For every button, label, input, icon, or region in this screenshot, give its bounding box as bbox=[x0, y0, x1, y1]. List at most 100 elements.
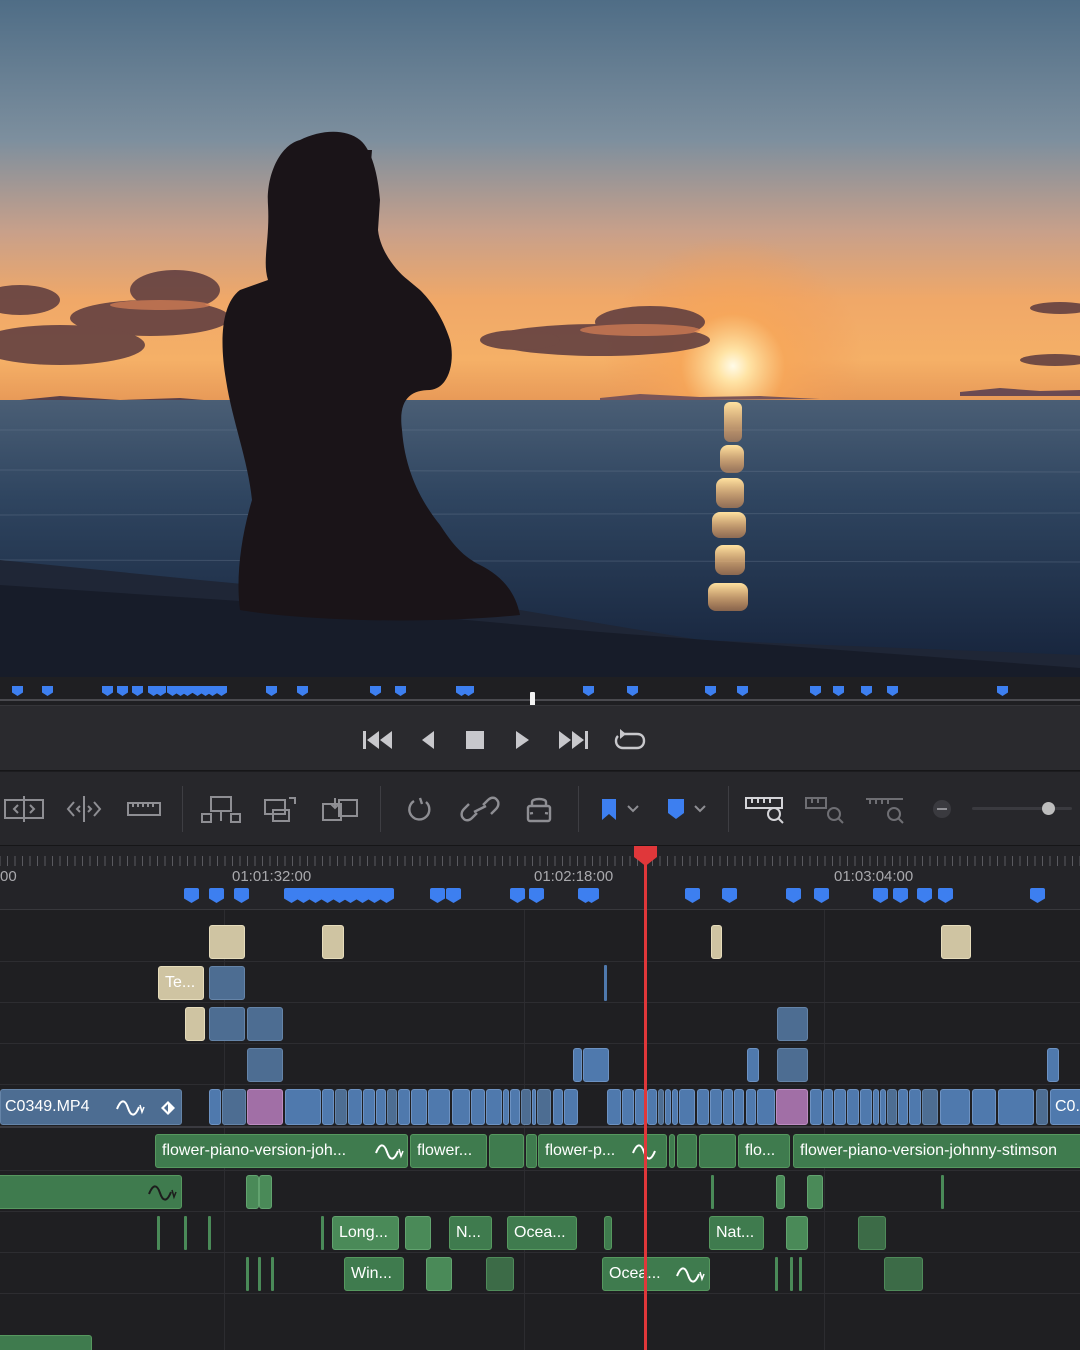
scrub-marker[interactable] bbox=[861, 686, 872, 696]
timeline-marker[interactable] bbox=[685, 888, 700, 903]
scrub-marker[interactable] bbox=[182, 686, 193, 696]
timeline-clip[interactable]: flower-p... bbox=[538, 1134, 667, 1168]
timeline-clip[interactable] bbox=[405, 1216, 431, 1250]
timeline-clip[interactable]: flower-piano-version-joh... bbox=[155, 1134, 408, 1168]
replace-clip-button[interactable] bbox=[319, 790, 363, 828]
timeline-clip[interactable] bbox=[452, 1089, 470, 1125]
timeline-marker[interactable] bbox=[1030, 888, 1045, 903]
timeline-clip[interactable] bbox=[711, 925, 722, 959]
timeline-clip[interactable] bbox=[209, 925, 245, 959]
timeline-clip[interactable] bbox=[940, 1089, 970, 1125]
timeline-clip[interactable] bbox=[259, 1175, 272, 1209]
timeline-clip[interactable] bbox=[486, 1257, 514, 1291]
timeline-clip[interactable] bbox=[807, 1175, 823, 1209]
snapping-button[interactable] bbox=[398, 790, 442, 828]
timeline-marker[interactable] bbox=[510, 888, 525, 903]
loop-button[interactable] bbox=[613, 728, 647, 752]
timeline-marker[interactable] bbox=[893, 888, 908, 903]
step-back-button[interactable] bbox=[411, 728, 445, 752]
timeline-clip[interactable] bbox=[209, 1089, 221, 1125]
timeline-marker[interactable] bbox=[938, 888, 953, 903]
timeline-clip[interactable] bbox=[776, 1089, 808, 1125]
scrub-marker[interactable] bbox=[216, 686, 227, 696]
timeline-clip[interactable] bbox=[564, 1089, 578, 1125]
scrub-marker[interactable] bbox=[12, 686, 23, 696]
timeline-clip[interactable] bbox=[622, 1089, 634, 1125]
timeline-clip[interactable] bbox=[521, 1089, 531, 1125]
scrub-marker[interactable] bbox=[102, 686, 113, 696]
scrub-marker[interactable] bbox=[887, 686, 898, 696]
timeline-clip[interactable] bbox=[321, 1216, 324, 1250]
zoom-full-button[interactable] bbox=[743, 790, 787, 828]
timeline-clip[interactable] bbox=[860, 1089, 872, 1125]
timeline-clip[interactable] bbox=[208, 1216, 211, 1250]
scrub-marker[interactable] bbox=[395, 686, 406, 696]
timeline-clip[interactable] bbox=[510, 1089, 520, 1125]
timeline-clip[interactable]: flo... bbox=[738, 1134, 790, 1168]
timeline-clip[interactable] bbox=[553, 1089, 563, 1125]
timeline-clip[interactable] bbox=[873, 1089, 879, 1125]
timeline-clip[interactable] bbox=[322, 1089, 334, 1125]
timeline-clip[interactable] bbox=[387, 1089, 397, 1125]
scrub-marker[interactable] bbox=[370, 686, 381, 696]
playhead-line[interactable] bbox=[644, 846, 647, 1350]
timeline-marker[interactable] bbox=[234, 888, 249, 903]
dynamic-trim-button[interactable] bbox=[62, 790, 106, 828]
timeline-clip[interactable] bbox=[376, 1089, 386, 1125]
timeline-clip[interactable] bbox=[746, 1089, 756, 1125]
timeline-clip[interactable] bbox=[847, 1089, 859, 1125]
timeline-clip[interactable] bbox=[998, 1089, 1034, 1125]
timeline-marker[interactable] bbox=[786, 888, 801, 903]
zoom-out-button[interactable] bbox=[920, 790, 964, 828]
timeline-clip[interactable] bbox=[699, 1134, 736, 1168]
timeline-clip[interactable] bbox=[184, 1216, 187, 1250]
timeline-clip[interactable] bbox=[0, 1335, 92, 1350]
scrub-marker[interactable] bbox=[297, 686, 308, 696]
timeline-clip[interactable] bbox=[884, 1257, 923, 1291]
timeline-clip[interactable] bbox=[426, 1257, 452, 1291]
timeline-marker[interactable] bbox=[814, 888, 829, 903]
timeline-clip[interactable] bbox=[1036, 1089, 1048, 1125]
timeline-clip[interactable] bbox=[398, 1089, 410, 1125]
scrub-marker[interactable] bbox=[997, 686, 1008, 696]
timeline-clip[interactable] bbox=[1047, 1048, 1059, 1082]
timeline-marker[interactable] bbox=[722, 888, 737, 903]
scrub-marker[interactable] bbox=[583, 686, 594, 696]
timeline-clip[interactable]: Ocea... bbox=[602, 1257, 710, 1291]
play-button[interactable] bbox=[505, 728, 539, 752]
timeline-clip[interactable] bbox=[363, 1089, 375, 1125]
timeline-clip[interactable] bbox=[669, 1134, 675, 1168]
timeline-clip[interactable] bbox=[246, 1175, 259, 1209]
timeline-clip[interactable]: Long... bbox=[332, 1216, 399, 1250]
timeline-clip[interactable] bbox=[607, 1089, 621, 1125]
timeline-clip[interactable] bbox=[604, 1216, 612, 1250]
timeline-clip[interactable] bbox=[486, 1089, 502, 1125]
timeline-clip[interactable] bbox=[285, 1089, 321, 1125]
timeline-clip[interactable] bbox=[209, 1007, 245, 1041]
zoom-detail-button[interactable] bbox=[803, 790, 847, 828]
timeline-clip[interactable] bbox=[537, 1089, 551, 1125]
zoom-custom-button[interactable] bbox=[863, 790, 907, 828]
timeline-clip[interactable]: N... bbox=[449, 1216, 492, 1250]
timeline-clip[interactable] bbox=[0, 1175, 182, 1209]
scrub-marker[interactable] bbox=[810, 686, 821, 696]
timeline-clip[interactable] bbox=[247, 1048, 283, 1082]
timeline-marker[interactable] bbox=[184, 888, 199, 903]
timeline-clip[interactable] bbox=[271, 1257, 274, 1291]
timeline-clip[interactable] bbox=[777, 1048, 808, 1082]
timeline-clip[interactable] bbox=[665, 1089, 671, 1125]
timeline-clip[interactable] bbox=[941, 925, 971, 959]
timeline-clip[interactable] bbox=[858, 1216, 886, 1250]
scrub-marker[interactable] bbox=[833, 686, 844, 696]
timeline-clip[interactable] bbox=[411, 1089, 427, 1125]
timeline-clip[interactable] bbox=[157, 1216, 160, 1250]
viewer-scrubber[interactable] bbox=[0, 677, 1080, 707]
timeline-clip[interactable] bbox=[777, 1007, 808, 1041]
timeline-clip[interactable] bbox=[790, 1257, 793, 1291]
skip-to-end-button[interactable] bbox=[556, 728, 590, 752]
scrub-marker[interactable] bbox=[42, 686, 53, 696]
timeline-clip[interactable]: Ocea... bbox=[507, 1216, 577, 1250]
timeline-clip[interactable] bbox=[222, 1089, 246, 1125]
timeline-clip[interactable]: flower... bbox=[410, 1134, 487, 1168]
overwrite-clip-button[interactable] bbox=[259, 790, 303, 828]
